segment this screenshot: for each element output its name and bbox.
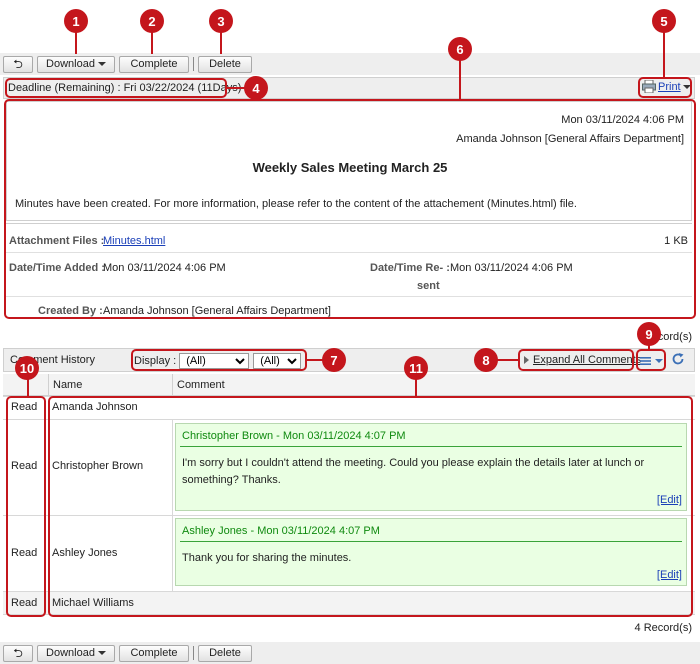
column-header-name: Name (53, 379, 83, 391)
row-status: Read (11, 401, 38, 413)
added-label: Date/Time Added : (9, 262, 105, 274)
resent-label: Date/Time Re- : (370, 262, 450, 274)
column-header-comment: Comment (177, 379, 225, 391)
column-divider (172, 374, 173, 396)
callout-line (459, 58, 461, 100)
divider (193, 646, 194, 660)
message-datetime: Mon 03/11/2024 4:06 PM (561, 114, 684, 126)
row-name: Michael Williams (52, 597, 134, 609)
divider (6, 252, 692, 253)
triangle-right-icon (524, 356, 529, 364)
added-value: Mon 03/11/2024 4:06 PM (103, 262, 226, 274)
edit-comment-link[interactable]: [Edit] (657, 494, 682, 506)
row-status: Read (11, 460, 38, 472)
row-status: Read (11, 597, 38, 609)
column-divider (48, 515, 49, 591)
back-arrow-icon: ⮌ (13, 57, 23, 71)
column-divider (48, 374, 49, 396)
top-toolbar: ⮌ Download Complete Delete (0, 53, 700, 75)
print-button[interactable]: Print (642, 80, 691, 93)
chevron-down-icon (97, 651, 106, 655)
attachment-label: Attachment Files : (9, 235, 105, 247)
comment-header: Christopher Brown - Mon 03/11/2024 4:07 … (180, 424, 682, 447)
divider (6, 296, 692, 297)
back-arrow-icon: ⮌ (13, 646, 23, 660)
attachment-link[interactable]: Minutes.html (103, 235, 165, 247)
callout-line (496, 359, 518, 361)
callout-line (415, 377, 417, 397)
row-name: Christopher Brown (52, 460, 144, 472)
list-menu-button[interactable] (640, 353, 664, 369)
row-name: Ashley Jones (52, 547, 118, 559)
printer-icon (642, 80, 656, 93)
records-count-bottom: 4 Record(s) (634, 622, 692, 634)
callout-line (307, 359, 323, 361)
callout-8: 8 (474, 348, 498, 372)
deadline-info: Deadline (Remaining) : Fri 03/22/2024 (1… (8, 82, 242, 94)
display-filter-select-1[interactable]: (All) (179, 353, 250, 369)
message-body: Minutes have been created. For more info… (15, 198, 577, 210)
callout-3: 3 (209, 9, 233, 33)
comment-box: Ashley Jones - Mon 03/11/2024 4:07 PM Th… (175, 518, 687, 586)
delete-button[interactable]: Delete (198, 55, 252, 73)
row-status: Read (11, 547, 38, 559)
created-value: Amanda Johnson [General Affairs Departme… (103, 305, 331, 317)
row-name: Amanda Johnson (52, 401, 138, 413)
attachment-size: 1 KB (664, 235, 688, 247)
resent-value: Mon 03/11/2024 4:06 PM (450, 262, 573, 274)
download-button[interactable]: Download (37, 644, 115, 662)
column-divider (172, 515, 173, 591)
comment-header: Ashley Jones - Mon 03/11/2024 4:07 PM (180, 519, 682, 542)
refresh-icon (672, 353, 684, 365)
back-button[interactable]: ⮌ (3, 55, 33, 73)
table-header (3, 374, 695, 396)
callout-9: 9 (637, 322, 661, 346)
chevron-down-icon (655, 359, 663, 363)
chevron-down-icon (97, 62, 106, 66)
delete-button[interactable]: Delete (198, 644, 252, 662)
comment-text: Thank you for sharing the minutes. (182, 552, 352, 564)
comment-box: Christopher Brown - Mon 03/11/2024 4:07 … (175, 423, 687, 511)
callout-1: 1 (64, 9, 88, 33)
complete-button[interactable]: Complete (119, 55, 189, 73)
complete-button[interactable]: Complete (119, 644, 189, 662)
callout-6: 6 (448, 37, 472, 61)
list-icon (640, 357, 651, 365)
message-title: Weekly Sales Meeting March 25 (252, 160, 448, 175)
comment-text: I'm sorry but I couldn't attend the meet… (182, 457, 645, 486)
chevron-down-icon (682, 84, 691, 89)
bottom-toolbar: ⮌ Download Complete Delete (0, 642, 700, 664)
callout-line (75, 30, 77, 54)
message-sender: Amanda Johnson [General Affairs Departme… (456, 133, 684, 145)
divider (6, 223, 692, 224)
callout-5: 5 (652, 9, 676, 33)
download-button[interactable]: Download (37, 55, 115, 73)
created-label: Created By : (38, 305, 103, 317)
callout-line (663, 30, 665, 78)
callout-line (27, 377, 29, 397)
resent-label-cont: sent (417, 280, 440, 292)
edit-comment-link[interactable]: [Edit] (657, 569, 682, 581)
refresh-button[interactable] (671, 352, 685, 369)
callout-2: 2 (140, 9, 164, 33)
column-divider (172, 419, 173, 515)
back-button[interactable]: ⮌ (3, 644, 33, 662)
callout-4: 4 (244, 76, 268, 100)
callout-7: 7 (322, 348, 346, 372)
expand-all-comments[interactable]: Expand All Comments (524, 354, 641, 366)
divider (193, 57, 194, 71)
callout-10: 10 (15, 356, 39, 380)
display-filter-select-2[interactable]: (All) (253, 353, 302, 369)
display-filter: Display : (All) (All) (134, 353, 302, 369)
column-divider (48, 419, 49, 515)
callout-line (220, 30, 222, 54)
callout-11: 11 (404, 356, 428, 380)
callout-line (151, 30, 153, 54)
